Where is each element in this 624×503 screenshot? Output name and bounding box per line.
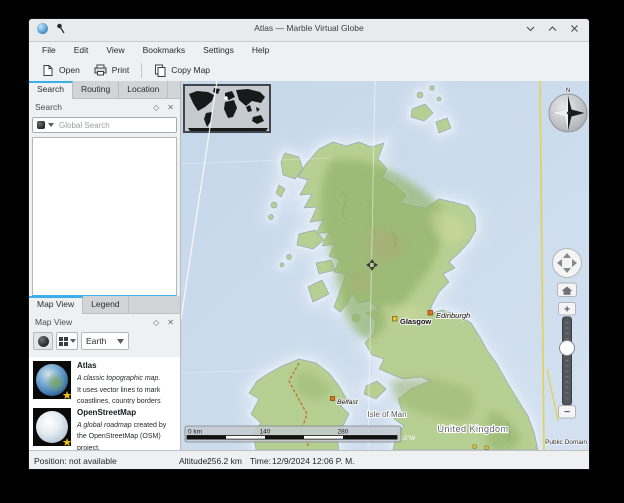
- maximize-button[interactable]: [546, 22, 559, 35]
- celestial-body-select[interactable]: Earth: [81, 332, 129, 350]
- chevron-down-icon: [70, 339, 76, 343]
- grid-icon: [59, 337, 68, 346]
- chevron-down-icon: [48, 123, 54, 127]
- search-input[interactable]: [57, 120, 161, 131]
- map-view-panel-title: Map View: [35, 317, 72, 327]
- search-panel-header: Search ◇ ✕: [29, 99, 180, 115]
- scale-mid-label: 140: [260, 429, 271, 436]
- theme-item-atlas[interactable]: ★ Atlas A classic topographic map. It us…: [29, 357, 180, 404]
- close-button[interactable]: [568, 22, 581, 35]
- globe-projection-button[interactable]: [33, 332, 53, 350]
- isle-of-man-label: Isle of Man: [367, 410, 406, 419]
- belfast-marker: [331, 397, 335, 401]
- theme-title: OpenStreetMap: [77, 408, 175, 418]
- status-time-value: 12/9/2024 12:06 P. M.: [272, 456, 355, 466]
- tab-location[interactable]: Location: [119, 81, 168, 99]
- scale-end-label: 280: [338, 429, 349, 436]
- toolbar-separator: [141, 63, 142, 78]
- dock-tabs-bottom: Map View Legend: [29, 296, 180, 314]
- close-panel-icon[interactable]: ✕: [167, 103, 174, 112]
- tab-search[interactable]: Search: [29, 81, 73, 99]
- status-altitude-value: 256.2 km: [207, 456, 242, 466]
- window-title: Atlas — Marble Virtual Globe: [29, 23, 589, 33]
- pan-dpad[interactable]: [553, 249, 582, 278]
- compass-north-label: N: [566, 87, 571, 94]
- scale-start-label: 0 km: [188, 429, 202, 436]
- graticule-degree-label: 4.0°W: [399, 436, 416, 442]
- zoom-out-button[interactable]: −: [559, 406, 576, 419]
- overview-map-inset[interactable]: [184, 85, 270, 132]
- atlas-thumbnail: ★: [33, 361, 71, 399]
- menu-file[interactable]: File: [33, 43, 65, 57]
- scale-bar: 0 km 140 280: [185, 426, 401, 442]
- copy-map-button[interactable]: Copy Map: [147, 62, 217, 79]
- float-panel-icon[interactable]: ◇: [153, 318, 159, 327]
- status-altitude-label: Altitude:: [179, 456, 210, 466]
- home-button[interactable]: [558, 283, 577, 297]
- marble-window: Atlas — Marble Virtual Globe File Edit V…: [28, 18, 590, 470]
- map-view-controls: Earth: [29, 332, 180, 350]
- celestial-body-value: Earth: [86, 336, 106, 346]
- menubar: File Edit View Bookmarks Settings Help: [29, 41, 590, 59]
- flat-projection-button[interactable]: [56, 332, 78, 350]
- tab-routing[interactable]: Routing: [73, 81, 119, 99]
- tab-legend[interactable]: Legend: [83, 296, 128, 314]
- minus-icon: −: [564, 407, 570, 418]
- open-label: Open: [59, 65, 80, 75]
- dock-tabs-top: Search Routing Location: [29, 81, 180, 99]
- favorite-star-icon[interactable]: ★: [62, 389, 72, 402]
- overview-position-marker: [224, 96, 228, 100]
- map-canvas[interactable]: Glasgow Edinburgh Belfast Isle of Man Un…: [181, 81, 590, 450]
- copyright-label: Public Domain: [545, 439, 587, 446]
- desktop-background: Atlas — Marble Virtual Globe File Edit V…: [0, 0, 624, 503]
- zoom-in-button[interactable]: +: [559, 303, 576, 316]
- theme-description: coastlines, country borders: [77, 396, 175, 404]
- menu-edit[interactable]: Edit: [65, 43, 98, 57]
- print-button[interactable]: Print: [87, 62, 136, 78]
- edinburgh-label: Edinburgh: [436, 311, 470, 320]
- map-view-panel-header: Map View ◇ ✕: [29, 314, 180, 330]
- map-theme-list: ★ Atlas A classic topographic map. It us…: [29, 357, 180, 450]
- menu-bookmarks[interactable]: Bookmarks: [134, 43, 195, 57]
- favorite-star-icon[interactable]: ★: [62, 436, 72, 449]
- copy-icon: [154, 64, 166, 77]
- statusbar: Position: not available Altitude: 256.2 …: [29, 450, 589, 470]
- globe-icon: [38, 336, 49, 347]
- global-search-box[interactable]: [32, 117, 177, 133]
- menu-settings[interactable]: Settings: [194, 43, 243, 57]
- menu-help[interactable]: Help: [243, 43, 278, 57]
- copy-map-label: Copy Map: [171, 65, 210, 75]
- plus-icon: +: [564, 305, 570, 316]
- search-results-list[interactable]: [32, 137, 177, 296]
- open-button[interactable]: Open: [35, 62, 87, 79]
- titlebar[interactable]: Atlas — Marble Virtual Globe: [29, 19, 589, 42]
- osm-thumbnail: ★: [33, 408, 71, 446]
- theme-item-openstreetmap[interactable]: ★ OpenStreetMap A global roadmap created…: [29, 404, 180, 451]
- theme-description: A classic topographic map.: [77, 375, 160, 382]
- zoom-slider-handle[interactable]: [560, 341, 575, 356]
- float-panel-icon[interactable]: ◇: [153, 103, 159, 112]
- glasgow-label: Glasgow: [400, 317, 431, 326]
- united-kingdom-label: United Kingdom: [437, 424, 508, 434]
- search-panel-title: Search: [35, 102, 62, 112]
- print-label: Print: [112, 65, 129, 75]
- open-document-icon: [42, 64, 54, 77]
- status-time-label: Time:: [250, 456, 271, 466]
- left-dock: Search Routing Location Search ◇ ✕: [29, 81, 181, 450]
- theme-description: It uses vector lines to mark: [77, 385, 175, 397]
- status-position: Position: not available: [34, 456, 117, 466]
- menu-view[interactable]: View: [97, 43, 133, 57]
- close-panel-icon[interactable]: ✕: [167, 318, 174, 327]
- edinburgh-marker: [428, 311, 433, 316]
- search-provider-icon[interactable]: [37, 121, 45, 129]
- theme-title: Atlas: [77, 361, 175, 371]
- belfast-label: Belfast: [337, 399, 359, 406]
- printer-icon: [94, 64, 107, 76]
- chevron-down-icon: [117, 339, 124, 344]
- minimize-button[interactable]: [524, 22, 537, 35]
- toolbar: Open Print Copy Map: [29, 59, 590, 82]
- tab-map-view[interactable]: Map View: [29, 296, 83, 314]
- theme-description: A global roadmap: [77, 422, 132, 429]
- glasgow-marker: [393, 317, 398, 322]
